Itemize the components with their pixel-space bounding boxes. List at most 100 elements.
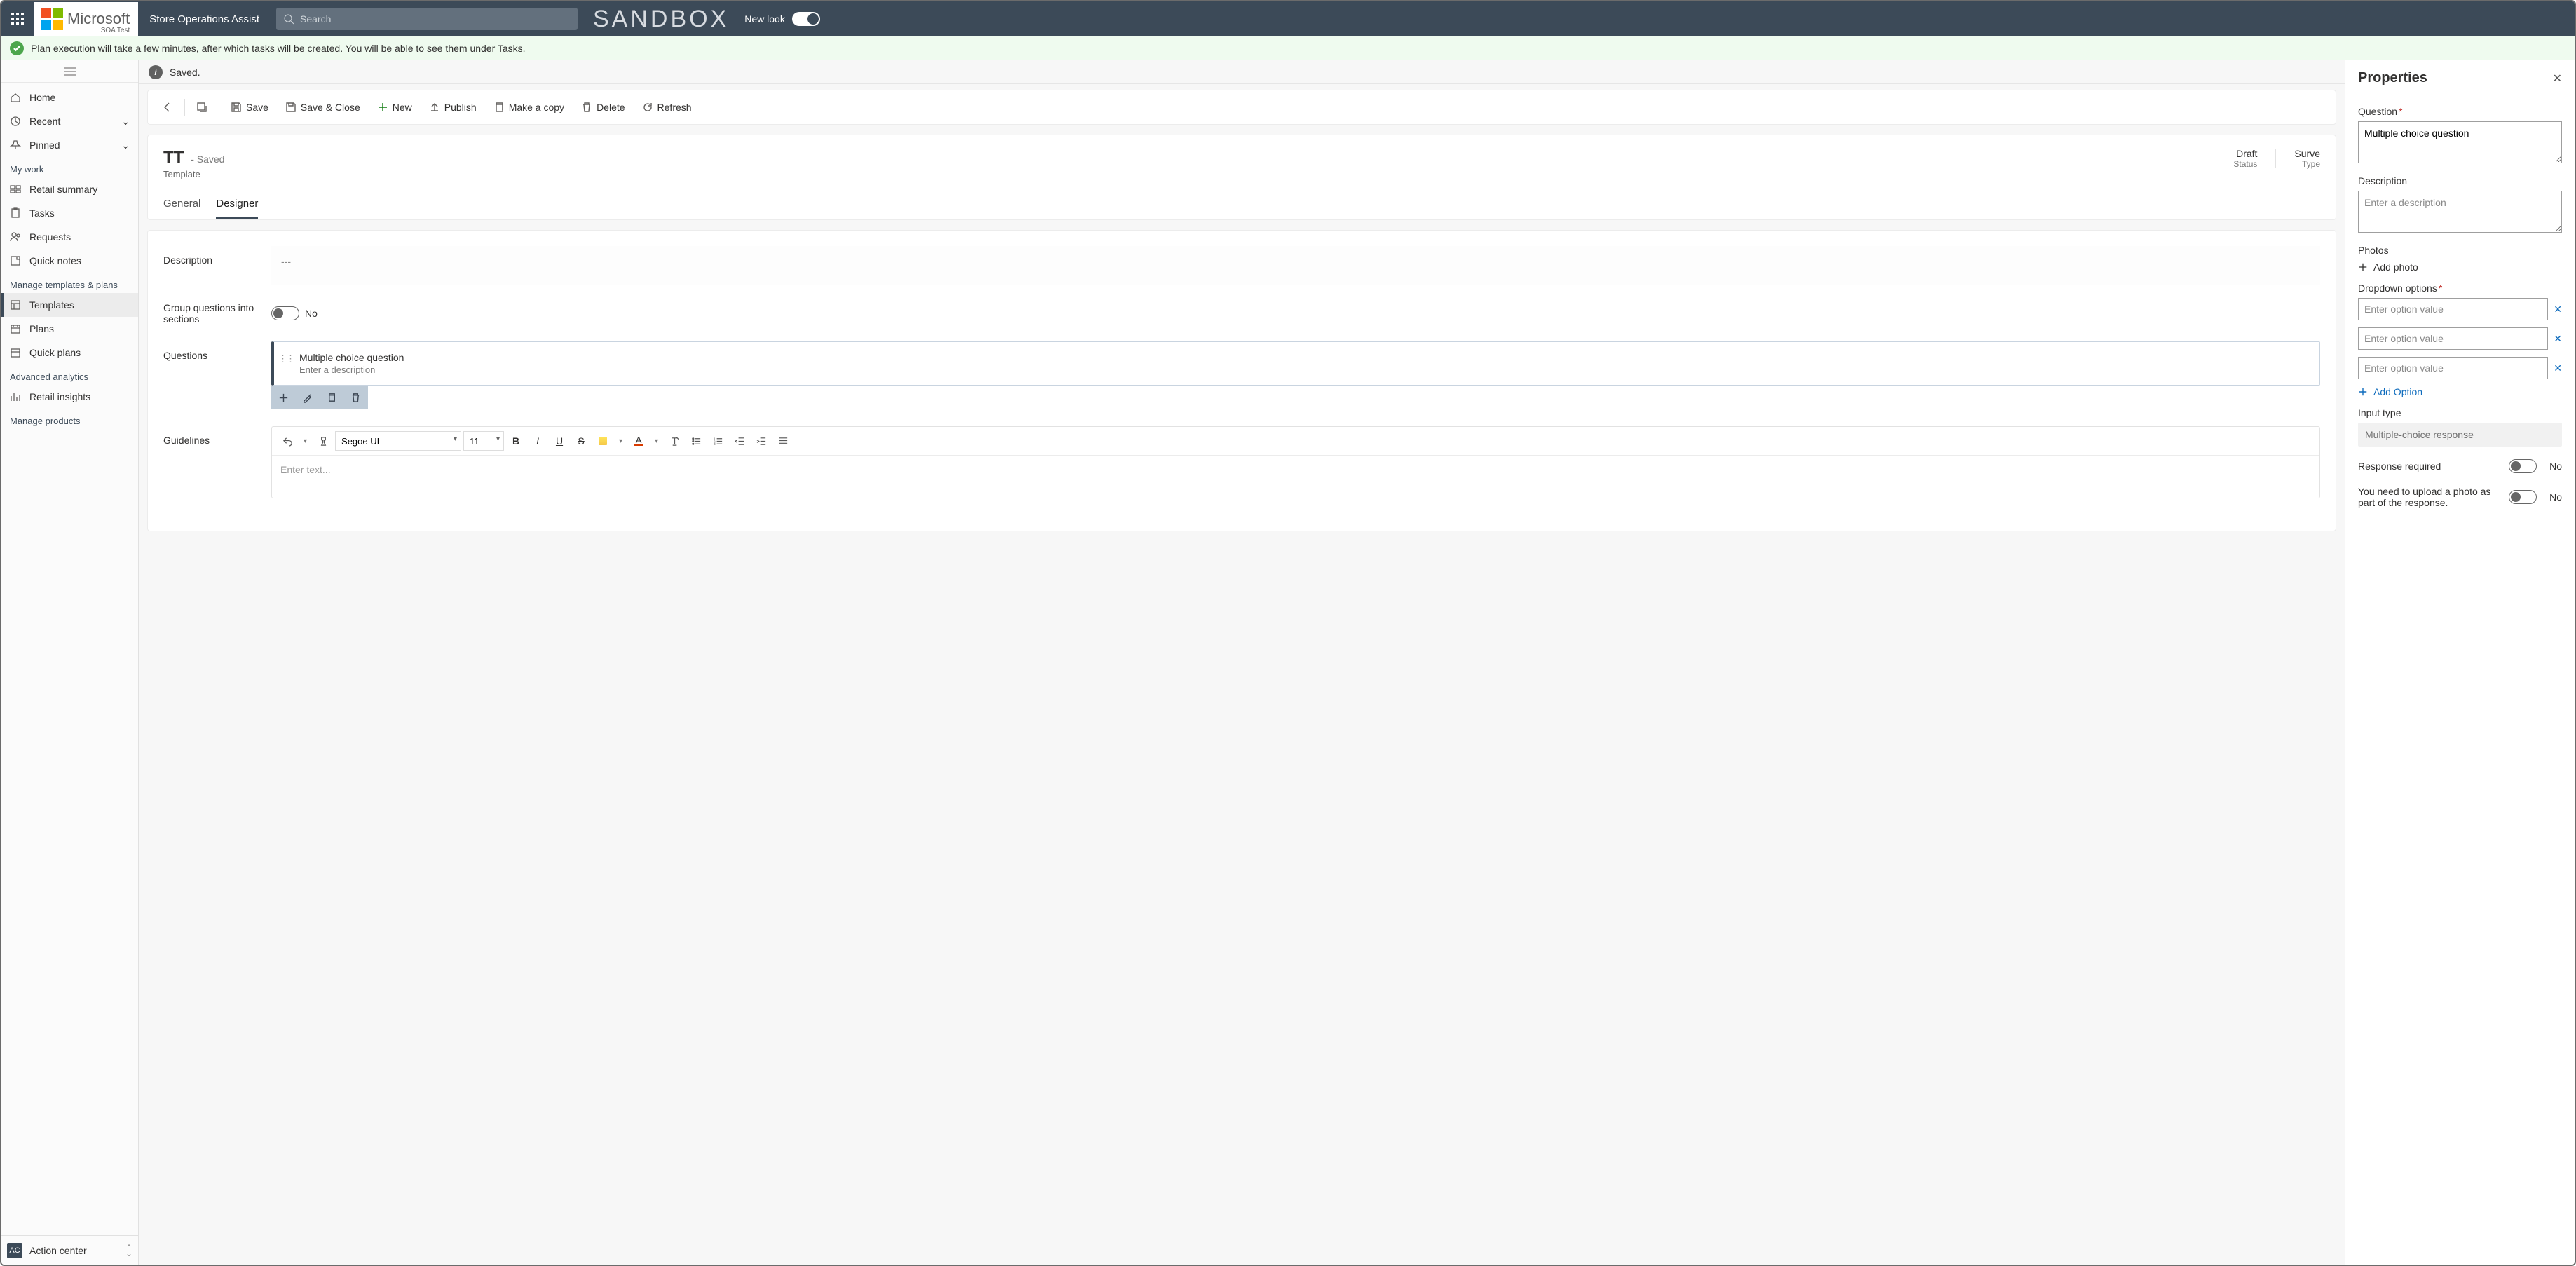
font-color-button[interactable]: A xyxy=(629,431,648,451)
info-icon: i xyxy=(149,65,163,79)
nav-templates[interactable]: Templates xyxy=(1,293,138,317)
dropdown-options-label: Dropdown options* xyxy=(2358,283,2562,294)
success-icon xyxy=(10,41,24,55)
drag-handle-icon[interactable]: ⋮⋮ xyxy=(278,352,294,365)
add-option-button[interactable]: Add Option xyxy=(2358,386,2562,397)
align-button[interactable] xyxy=(773,431,793,451)
add-photo-button[interactable]: Add photo xyxy=(2358,261,2562,273)
status-pill: Draft Status xyxy=(2233,148,2257,169)
undo-button[interactable] xyxy=(278,431,297,451)
outdent-button[interactable] xyxy=(730,431,749,451)
nav-requests[interactable]: Requests xyxy=(1,225,138,249)
publish-button[interactable]: Publish xyxy=(421,95,485,120)
open-new-window-button[interactable] xyxy=(188,95,216,120)
option-row: ✕ xyxy=(2358,298,2562,320)
font-family-select[interactable]: Segoe UI xyxy=(335,431,461,451)
remove-option-button[interactable]: ✕ xyxy=(2554,304,2562,315)
upload-photo-toggle[interactable] xyxy=(2509,490,2537,504)
description-label: Description xyxy=(163,246,271,266)
group-sections-toggle[interactable] xyxy=(271,306,299,320)
search-input[interactable] xyxy=(276,8,578,30)
copy-question-button[interactable] xyxy=(320,386,344,409)
underline-button[interactable]: U xyxy=(550,431,569,451)
add-photo-label: Add photo xyxy=(2373,261,2418,273)
clear-format-button[interactable] xyxy=(665,431,684,451)
new-label: New xyxy=(393,102,412,113)
response-required-value: No xyxy=(2549,461,2562,472)
save-close-button[interactable]: Save & Close xyxy=(277,95,369,120)
nav-tasks[interactable]: Tasks xyxy=(1,201,138,225)
undo-dropdown[interactable]: ▾ xyxy=(299,431,311,451)
numbered-list-button[interactable]: 123 xyxy=(708,431,728,451)
remove-option-button[interactable]: ✕ xyxy=(2554,333,2562,345)
question-textarea[interactable]: Multiple choice question xyxy=(2358,121,2562,163)
nav-pinned[interactable]: Pinned ⌄ xyxy=(1,133,138,157)
response-required-toggle[interactable] xyxy=(2509,459,2537,473)
refresh-button[interactable]: Refresh xyxy=(634,95,700,120)
logo-subtitle: SOA Test xyxy=(101,27,130,34)
nav-item-label: Requests xyxy=(29,231,71,243)
question-title: Multiple choice question xyxy=(299,352,404,363)
font-color-dropdown[interactable]: ▾ xyxy=(650,431,662,451)
nav-quick-notes[interactable]: Quick notes xyxy=(1,249,138,273)
remove-option-button[interactable]: ✕ xyxy=(2554,362,2562,374)
format-painter-button[interactable] xyxy=(313,431,333,451)
option-input[interactable] xyxy=(2358,327,2548,350)
make-copy-button[interactable]: Make a copy xyxy=(485,95,573,120)
nav-section-templates: Manage templates & plans xyxy=(1,273,138,293)
question-card[interactable]: ⋮⋮ Multiple choice question Enter a desc… xyxy=(271,341,2320,386)
back-button[interactable] xyxy=(154,95,182,120)
new-look-toggle[interactable] xyxy=(792,12,820,26)
logo: Microsoft SOA Test xyxy=(34,2,138,36)
tab-general[interactable]: General xyxy=(163,191,200,219)
new-button[interactable]: New xyxy=(369,95,421,120)
add-question-button[interactable] xyxy=(271,386,296,409)
photos-label: Photos xyxy=(2358,245,2562,256)
option-input[interactable] xyxy=(2358,357,2548,379)
save-button[interactable]: Save xyxy=(222,95,277,120)
font-size-select[interactable]: 11 xyxy=(463,431,504,451)
command-bar: Save Save & Close New Publish Make a cop… xyxy=(147,90,2336,125)
edit-question-button[interactable] xyxy=(296,386,320,409)
action-center-button[interactable]: AC Action center ⌃⌄ xyxy=(1,1235,138,1265)
delete-button[interactable]: Delete xyxy=(573,95,633,120)
pin-icon xyxy=(10,139,21,151)
make-copy-label: Make a copy xyxy=(509,102,564,113)
upload-photo-value: No xyxy=(2549,491,2562,503)
app-launcher-icon[interactable] xyxy=(1,1,34,36)
delete-question-button[interactable] xyxy=(344,386,369,409)
nav-quick-plans[interactable]: Quick plans xyxy=(1,341,138,365)
nav-section-mywork: My work xyxy=(1,157,138,177)
properties-panel: Properties ✕ Question* Multiple choice q… xyxy=(2345,60,2575,1265)
nav-collapse-button[interactable] xyxy=(1,60,138,83)
status-value: Draft xyxy=(2233,148,2257,159)
left-nav: Home Recent ⌄ Pinned ⌄ My work Retail su… xyxy=(1,60,139,1265)
rte-body[interactable]: Enter text... xyxy=(272,456,2319,498)
search-field[interactable] xyxy=(300,13,571,25)
question-desc: Enter a description xyxy=(299,365,404,375)
bullet-list-button[interactable] xyxy=(686,431,706,451)
note-icon xyxy=(10,255,21,266)
highlight-dropdown[interactable]: ▾ xyxy=(615,431,627,451)
close-panel-button[interactable]: ✕ xyxy=(2553,72,2562,86)
strike-button[interactable]: S xyxy=(571,431,591,451)
nav-recent[interactable]: Recent ⌄ xyxy=(1,109,138,133)
new-look-label: New look xyxy=(744,13,785,25)
bold-button[interactable]: B xyxy=(506,431,526,451)
italic-button[interactable]: I xyxy=(528,431,547,451)
tab-designer[interactable]: Designer xyxy=(216,191,258,219)
indent-button[interactable] xyxy=(751,431,771,451)
option-input[interactable] xyxy=(2358,298,2548,320)
input-type-value: Multiple-choice response xyxy=(2358,423,2562,447)
nav-retail-summary[interactable]: Retail summary xyxy=(1,177,138,201)
panel-title: Properties xyxy=(2358,70,2427,86)
description-textarea[interactable] xyxy=(2358,191,2562,233)
description-field[interactable]: --- xyxy=(271,246,2320,285)
option-row: ✕ xyxy=(2358,327,2562,350)
nav-pinned-label: Pinned xyxy=(29,139,60,151)
nav-retail-insights[interactable]: Retail insights xyxy=(1,385,138,409)
save-close-label: Save & Close xyxy=(301,102,360,113)
nav-home[interactable]: Home xyxy=(1,86,138,109)
highlight-button[interactable] xyxy=(593,431,613,451)
nav-plans[interactable]: Plans xyxy=(1,317,138,341)
